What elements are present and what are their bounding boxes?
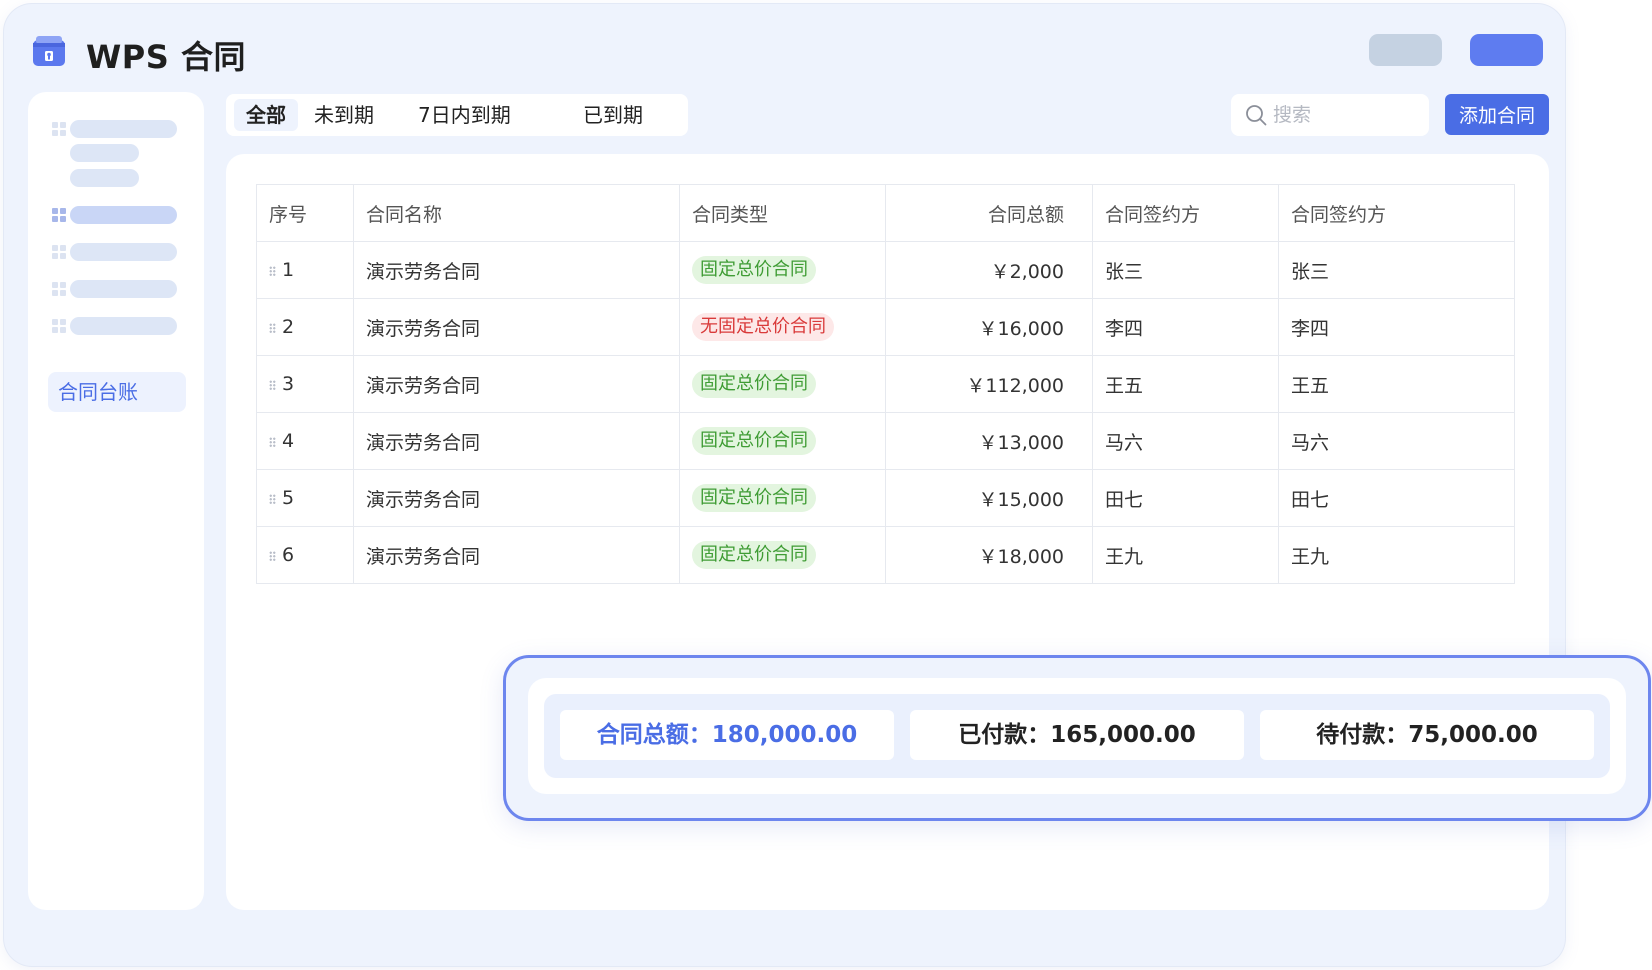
cell-amount: ￥18,000 xyxy=(885,526,1093,584)
cell-amount: ￥15,000 xyxy=(885,469,1093,527)
cell-party-a: 王九 xyxy=(1092,526,1279,584)
summary-card: 合同总额：180,000.00 已付款：165,000.00 待付款：75,00… xyxy=(503,655,1651,821)
sidebar-item-placeholder[interactable] xyxy=(70,317,177,335)
cell-no: 5 xyxy=(256,469,354,527)
cell-party-a: 张三 xyxy=(1092,241,1279,299)
cell-party-b: 王五 xyxy=(1278,355,1515,413)
grid-dots-icon xyxy=(52,208,66,222)
cell-type: 固定总价合同 xyxy=(679,469,886,527)
cell-amount: ￥112,000 xyxy=(885,355,1093,413)
cell-party-a: 田七 xyxy=(1092,469,1279,527)
summary-pending-amount: 待付款：75,000.00 xyxy=(1260,710,1594,760)
cell-name: 演示劳务合同 xyxy=(353,412,680,470)
grid-dots-icon xyxy=(52,122,66,136)
table-row[interactable]: 5 演示劳务合同 固定总价合同 ￥15,000 田七 田七 xyxy=(256,469,1515,527)
summary-panel: 合同总额：180,000.00 已付款：165,000.00 待付款：75,00… xyxy=(528,678,1626,794)
header-primary-button[interactable] xyxy=(1470,34,1543,66)
cell-party-a: 王五 xyxy=(1092,355,1279,413)
drag-handle-icon[interactable] xyxy=(269,493,276,504)
app-title: WPS 合同 xyxy=(86,38,246,76)
cell-party-a: 马六 xyxy=(1092,412,1279,470)
cell-name: 演示劳务合同 xyxy=(353,298,680,356)
table-row[interactable]: 3 演示劳务合同 固定总价合同 ￥112,000 王五 王五 xyxy=(256,355,1515,413)
cell-party-a: 李四 xyxy=(1092,298,1279,356)
table-header-row: 序号 合同名称 合同类型 合同总额 合同签约方 合同签约方 xyxy=(256,184,1515,242)
cell-type: 固定总价合同 xyxy=(679,526,886,584)
cell-party-b: 李四 xyxy=(1278,298,1515,356)
search-input[interactable] xyxy=(1273,94,1423,136)
cell-no: 2 xyxy=(256,298,354,356)
add-contract-button[interactable]: 添加合同 xyxy=(1445,94,1549,135)
contract-table: 序号 合同名称 合同类型 合同总额 合同签约方 合同签约方 1 演示劳务合同 固… xyxy=(256,184,1515,584)
cell-no: 1 xyxy=(256,241,354,299)
cell-party-b: 张三 xyxy=(1278,241,1515,299)
table-row[interactable]: 1 演示劳务合同 固定总价合同 ￥2,000 张三 张三 xyxy=(256,241,1515,299)
header-secondary-button[interactable] xyxy=(1369,34,1442,66)
column-header-type[interactable]: 合同类型 xyxy=(679,184,886,242)
drag-handle-icon[interactable] xyxy=(269,379,276,390)
app-window: WPS 合同 合同台账 全部 未到期 7日内到期 已到期 添加合同 xyxy=(4,4,1565,966)
drag-handle-icon[interactable] xyxy=(269,550,276,561)
cell-no: 3 xyxy=(256,355,354,413)
column-header-no[interactable]: 序号 xyxy=(256,184,354,242)
cell-type: 无固定总价合同 xyxy=(679,298,886,356)
cell-type: 固定总价合同 xyxy=(679,412,886,470)
search-icon xyxy=(1246,105,1267,126)
summary-strip: 合同总额：180,000.00 已付款：165,000.00 待付款：75,00… xyxy=(544,694,1610,778)
table-row[interactable]: 2 演示劳务合同 无固定总价合同 ￥16,000 李四 李四 xyxy=(256,298,1515,356)
cell-party-b: 王九 xyxy=(1278,526,1515,584)
tab-expired[interactable]: 已到期 xyxy=(571,99,655,131)
table-row[interactable]: 4 演示劳务合同 固定总价合同 ￥13,000 马六 马六 xyxy=(256,412,1515,470)
contract-type-tag: 固定总价合同 xyxy=(692,484,816,512)
filter-tabs: 全部 未到期 7日内到期 已到期 xyxy=(226,94,688,136)
cell-type: 固定总价合同 xyxy=(679,355,886,413)
cell-name: 演示劳务合同 xyxy=(353,355,680,413)
cell-amount: ￥13,000 xyxy=(885,412,1093,470)
sidebar-item-placeholder[interactable] xyxy=(70,120,177,138)
column-header-party-b[interactable]: 合同签约方 xyxy=(1278,184,1515,242)
cell-name: 演示劳务合同 xyxy=(353,469,680,527)
sidebar-subitem-placeholder[interactable] xyxy=(70,144,139,162)
cell-party-b: 马六 xyxy=(1278,412,1515,470)
cell-type: 固定总价合同 xyxy=(679,241,886,299)
column-header-party-a[interactable]: 合同签约方 xyxy=(1092,184,1279,242)
drag-handle-icon[interactable] xyxy=(269,436,276,447)
cell-amount: ￥2,000 xyxy=(885,241,1093,299)
drag-handle-icon[interactable] xyxy=(269,265,276,276)
contract-type-tag: 固定总价合同 xyxy=(692,370,816,398)
cell-amount: ￥16,000 xyxy=(885,298,1093,356)
sidebar-item-placeholder[interactable] xyxy=(70,206,177,224)
contract-type-tag: 固定总价合同 xyxy=(692,256,816,284)
contract-type-tag: 无固定总价合同 xyxy=(692,313,834,341)
cell-name: 演示劳务合同 xyxy=(353,241,680,299)
summary-paid-amount: 已付款：165,000.00 xyxy=(910,710,1244,760)
sidebar-item-contract-ledger[interactable]: 合同台账 xyxy=(48,372,186,412)
grid-dots-icon xyxy=(52,319,66,333)
tab-expiring-7-days[interactable]: 7日内到期 xyxy=(406,99,523,131)
contract-folder-icon xyxy=(33,36,65,66)
tab-all[interactable]: 全部 xyxy=(234,99,298,131)
summary-total-amount: 合同总额：180,000.00 xyxy=(560,710,894,760)
contract-type-tag: 固定总价合同 xyxy=(692,541,816,569)
cell-party-b: 田七 xyxy=(1278,469,1515,527)
cell-name: 演示劳务合同 xyxy=(353,526,680,584)
table-row[interactable]: 6 演示劳务合同 固定总价合同 ￥18,000 王九 王九 xyxy=(256,526,1515,584)
cell-no: 4 xyxy=(256,412,354,470)
sidebar: 合同台账 xyxy=(28,92,204,910)
grid-dots-icon xyxy=(52,245,66,259)
sidebar-item-placeholder[interactable] xyxy=(70,280,177,298)
column-header-name[interactable]: 合同名称 xyxy=(353,184,680,242)
sidebar-subitem-placeholder[interactable] xyxy=(70,169,139,187)
drag-handle-icon[interactable] xyxy=(269,322,276,333)
column-header-amount[interactable]: 合同总额 xyxy=(885,184,1093,242)
cell-no: 6 xyxy=(256,526,354,584)
sidebar-item-placeholder[interactable] xyxy=(70,243,177,261)
grid-dots-icon xyxy=(52,282,66,296)
contract-type-tag: 固定总价合同 xyxy=(692,427,816,455)
tab-not-expired[interactable]: 未到期 xyxy=(302,99,386,131)
search-box xyxy=(1231,94,1429,136)
